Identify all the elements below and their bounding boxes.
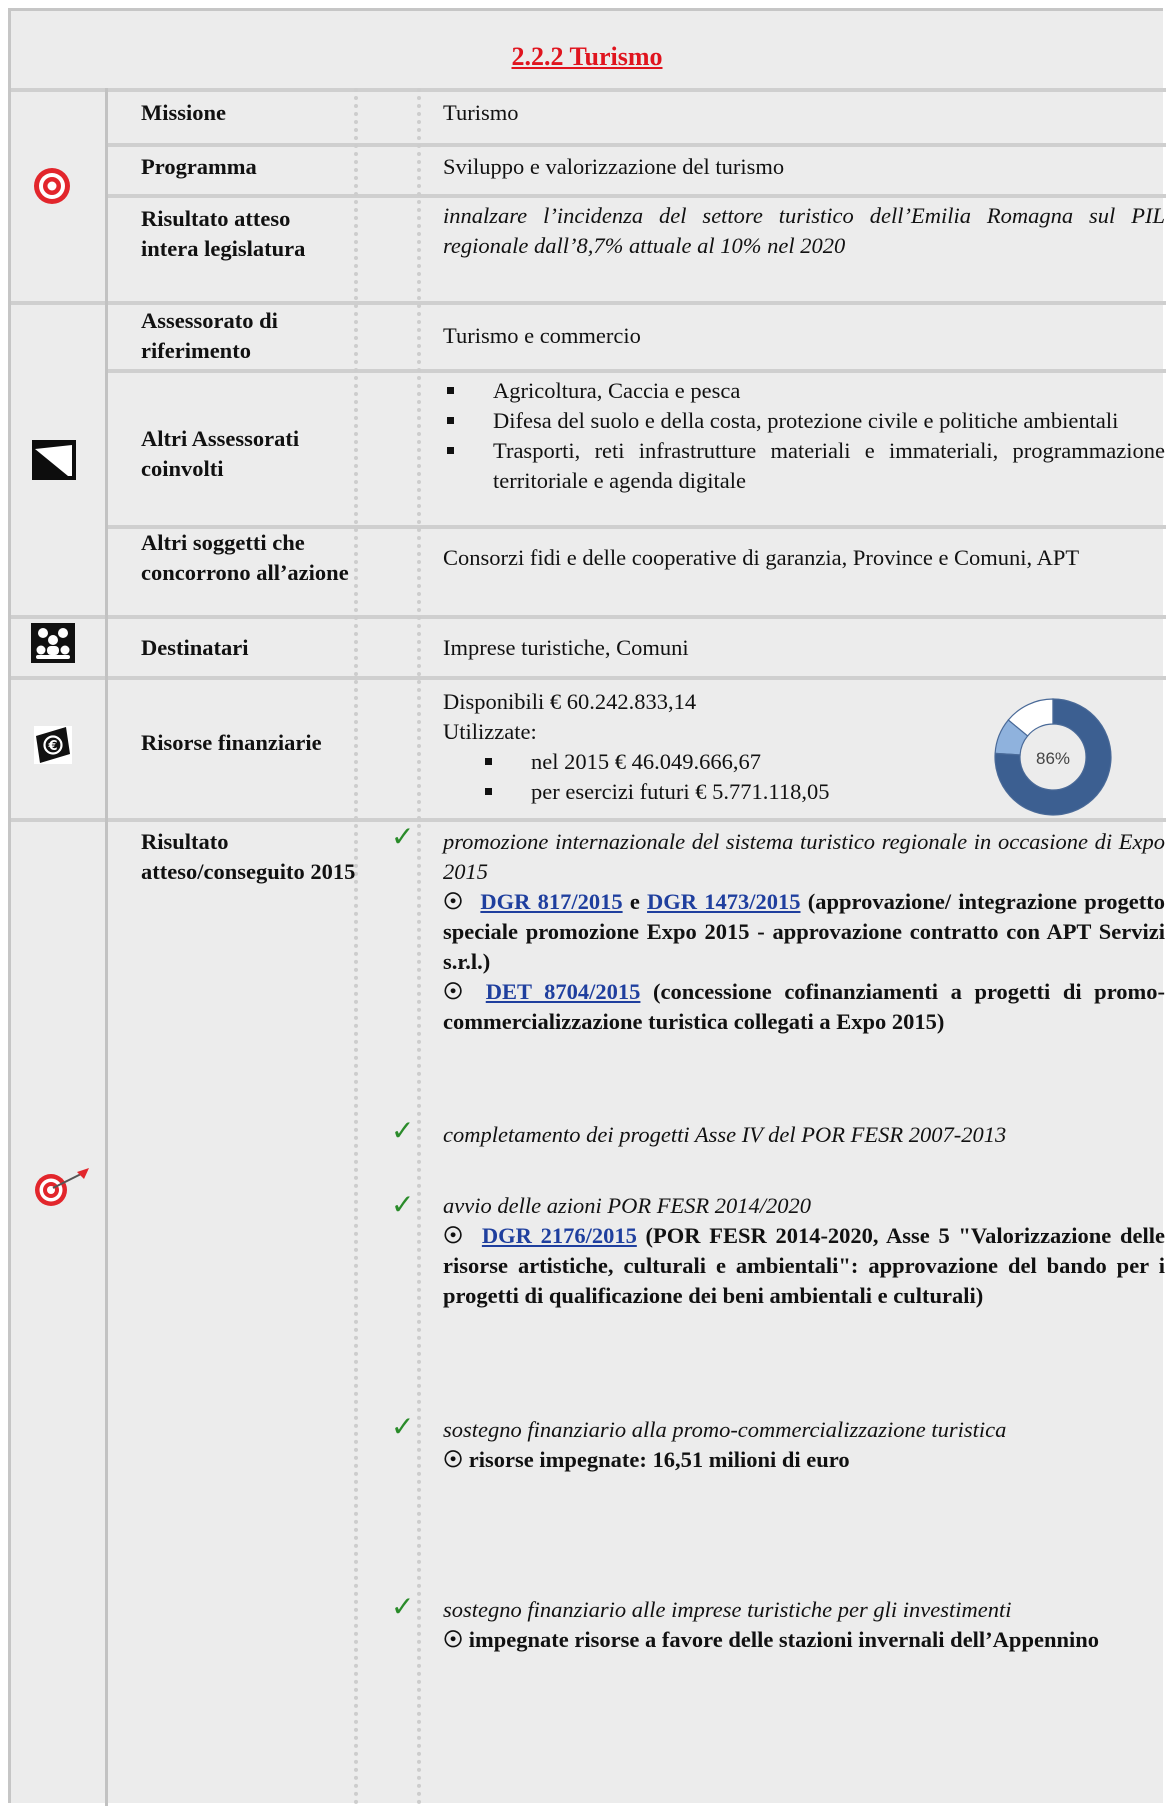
check-icon: ✓: [391, 1190, 415, 1221]
check-icon: ✓: [391, 1412, 415, 1443]
risorse-disponibili: Disponibili € 60.242.833,14: [443, 689, 697, 714]
list-item: per esercizi futuri € 5.771.118,05: [481, 777, 943, 807]
value-missione: Turismo: [443, 100, 519, 125]
target-dart-icon: [33, 1164, 93, 1213]
column-line: [354, 88, 358, 1806]
label-risultato-legislatura: Risultato atteso intera legislatura: [141, 206, 306, 261]
link-dgr-817[interactable]: DGR 817/2015: [480, 889, 622, 914]
result-block-promo: sostegno finanziario alla promo-commerci…: [443, 1415, 1165, 1475]
value-risorse: Disponibili € 60.242.833,14 Utilizzate: …: [443, 687, 943, 807]
result-acts: ☉ DGR 2176/2015 (POR FESR 2014-2020, Ass…: [443, 1221, 1165, 1311]
result-block-por: avvio delle azioni POR FESR 2014/2020 ☉ …: [443, 1191, 1165, 1311]
divider: [11, 676, 1166, 680]
label-altri-soggetti: Altri soggetti che concorrono all’azione: [141, 530, 349, 585]
document-frame: 2.2.2 Turismo € Missione Turismo Program…: [8, 8, 1166, 1806]
value-risultato-legislatura: innalzare l’incidenza del settore turist…: [443, 203, 1165, 258]
result-acts: ☉ impegnate risorse a favore delle stazi…: [443, 1625, 1165, 1655]
result-title: sostegno finanziario alla promo-commerci…: [443, 1417, 1007, 1442]
bullet-icon: ☉: [443, 1223, 464, 1248]
bullet-icon: ☉: [443, 889, 464, 914]
divider: [11, 301, 1166, 305]
column-line: [105, 88, 108, 1806]
donut-center-label: 86%: [1036, 749, 1070, 768]
result-title: completamento dei progetti Asse IV del P…: [443, 1122, 1007, 1147]
divider: [108, 369, 1166, 373]
value-programma: Sviluppo e valorizzazione del turismo: [443, 154, 785, 179]
label-programma: Programma: [141, 154, 257, 179]
link-dgr-1473[interactable]: DGR 1473/2015: [647, 889, 800, 914]
act-description: risorse impegnate: 16,51 milioni di euro: [468, 1447, 850, 1472]
list-item: Difesa del suolo e della costa, protezio…: [443, 406, 1165, 436]
result-acts: ☉ risorse impegnate: 16,51 milioni di eu…: [443, 1445, 1165, 1475]
risorse-utilizzate: Utilizzate:: [443, 719, 537, 744]
label-risorse: Risorse finanziarie: [141, 730, 322, 755]
result-title: sostegno finanziario alle imprese turist…: [443, 1597, 1012, 1622]
column-line: [417, 88, 421, 1806]
target-icon: [32, 166, 72, 211]
euro-money-icon: €: [34, 726, 72, 769]
label-altri-assessorati: Altri Assessorati coinvolti: [141, 426, 300, 481]
list-item: Trasporti, reti infrastrutture materiali…: [443, 436, 1165, 496]
result-title: promozione internazionale del sistema tu…: [443, 829, 1165, 884]
check-icon: ✓: [391, 1116, 415, 1147]
divider: [108, 143, 1166, 147]
divider: [11, 615, 1166, 619]
check-icon: ✓: [391, 822, 415, 853]
result-block-expo: promozione internazionale del sistema tu…: [443, 827, 1165, 1037]
label-destinatari: Destinatari: [141, 635, 249, 660]
check-icon: ✓: [391, 1592, 415, 1623]
result-acts: ☉ DET 8704/2015 (concessione cofinanziam…: [443, 977, 1165, 1037]
value-destinatari: Imprese turistiche, Comuni: [443, 635, 689, 660]
value-assessorato: Turismo e commercio: [443, 323, 641, 348]
people-group-icon: [31, 623, 75, 668]
risorse-list: nel 2015 € 46.049.666,67 per esercizi fu…: [481, 747, 943, 807]
label-assessorato: Assessorato di riferimento: [141, 308, 278, 363]
act-description: impegnate risorse a favore delle stazion…: [468, 1627, 1099, 1652]
value-altri-soggetti: Consorzi fidi e delle cooperative di gar…: [443, 545, 1080, 570]
result-title: avvio delle azioni POR FESR 2014/2020: [443, 1193, 812, 1218]
bullet-icon: ☉: [443, 1627, 464, 1652]
bullet-icon: ☉: [443, 979, 464, 1004]
result-acts: ☉ DGR 817/2015 e DGR 1473/2015 (approvaz…: [443, 887, 1165, 977]
result-block-imprese: sostegno finanziario alle imprese turist…: [443, 1595, 1165, 1655]
list-item: nel 2015 € 46.049.666,67: [481, 747, 943, 777]
section-title: 2.2.2 Turismo: [511, 42, 663, 71]
emilia-romagna-region-icon: [32, 440, 76, 485]
label-missione: Missione: [141, 100, 227, 125]
list-altri-assessorati: Agricoltura, Caccia e pesca Difesa del s…: [443, 376, 1165, 496]
label-risultato-2015: Risultato atteso/conseguito 2015: [141, 829, 356, 884]
conjunction: e: [629, 889, 640, 914]
link-det-8704[interactable]: DET 8704/2015: [486, 979, 641, 1004]
divider: [108, 194, 1166, 198]
link-dgr-2176[interactable]: DGR 2176/2015: [482, 1223, 637, 1248]
list-item: Agricoltura, Caccia e pesca: [443, 376, 1165, 406]
divider: [11, 88, 1166, 92]
svg-text:€: €: [47, 739, 57, 754]
bullet-icon: ☉: [443, 1447, 464, 1472]
donut-chart: 86%: [991, 695, 1115, 824]
